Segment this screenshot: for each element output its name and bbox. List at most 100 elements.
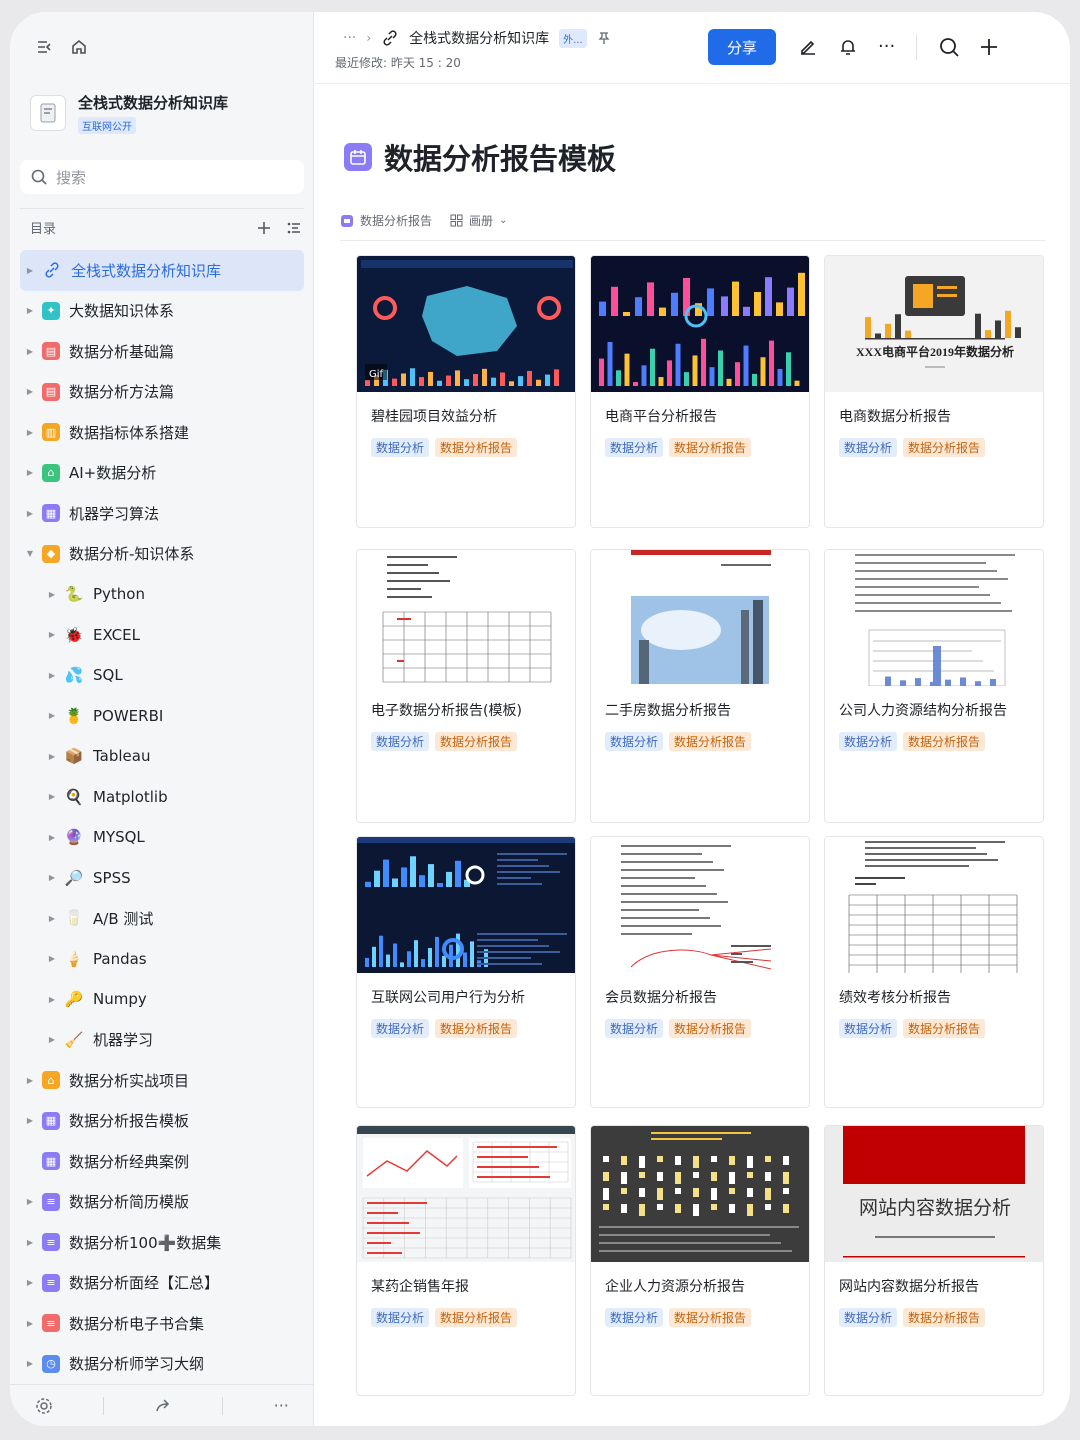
sidebar-item[interactable]: ▶ ⌂ AI+数据分析 <box>20 453 304 494</box>
caret-right-icon[interactable]: ▶ <box>24 1116 36 1125</box>
sidebar-item[interactable]: ▶ ▤ 数据分析基础篇 <box>20 331 304 372</box>
knowledge-base-icon <box>30 95 66 131</box>
gallery-card[interactable]: 公司人力资源结构分析报告 数据分析 数据分析报告 <box>824 549 1044 823</box>
caret-right-icon[interactable]: ▶ <box>24 1197 36 1206</box>
gallery-card[interactable]: XXX电商平台2019年数据分析 电商数据分析报告 数据分析 数据分析报告 <box>824 255 1044 528</box>
tag-badge: 数据分析 <box>839 1308 898 1327</box>
caret-right-icon[interactable]: ▶ <box>46 833 58 842</box>
external-tag[interactable]: 外... <box>559 28 587 48</box>
breadcrumb-more[interactable]: ··· <box>343 30 356 46</box>
tag-badge: 数据分析报告 <box>669 732 752 751</box>
sidebar-item[interactable]: ▶ ⌂ 数据分析实战项目 <box>20 1060 304 1101</box>
sidebar-item[interactable]: ▶ 🔑 Numpy <box>20 979 304 1020</box>
search-icon[interactable] <box>938 36 960 58</box>
sidebar-item[interactable]: ▶ 全栈式数据分析知识库 <box>20 250 304 291</box>
caret-right-icon[interactable]: ▶ <box>24 468 36 477</box>
sidebar-item[interactable]: ▼ ◆ 数据分析-知识体系 <box>20 534 304 575</box>
sidebar-item-label: 数据分析电子书合集 <box>69 1314 205 1333</box>
add-icon[interactable] <box>256 220 272 236</box>
caret-right-icon[interactable]: ▶ <box>46 630 58 639</box>
share-button[interactable]: 分享 <box>708 29 776 65</box>
calendar-icon <box>341 214 353 227</box>
gallery-card[interactable]: 会员数据分析报告 数据分析 数据分析报告 <box>590 836 810 1108</box>
caret-right-icon[interactable]: ▶ <box>46 995 58 1004</box>
caret-right-icon[interactable]: ▶ <box>24 1238 36 1247</box>
sidebar-item[interactable]: ▶ ≡ 数据分析简历模版 <box>20 1182 304 1223</box>
caret-right-icon[interactable]: ▶ <box>24 1278 36 1287</box>
sidebar-item[interactable]: ▶ 🍦 Pandas <box>20 939 304 980</box>
search-input[interactable]: 搜索 <box>20 160 304 194</box>
gallery-card[interactable]: 互联网公司用户行为分析 数据分析 数据分析报告 <box>356 836 576 1108</box>
sidebar-item[interactable]: ▶ 🧹 机器学习 <box>20 1020 304 1061</box>
sidebar-item[interactable]: ▶ 🍍 POWERBI <box>20 696 304 737</box>
gallery-card[interactable]: 绩效考核分析报告 数据分析 数据分析报告 <box>824 836 1044 1108</box>
sidebar-item[interactable]: ▶ ≡ 数据分析电子书合集 <box>20 1303 304 1344</box>
gallery-card[interactable]: 电子数据分析报告(模板) 数据分析 数据分析报告 <box>356 549 576 823</box>
card-title: 公司人力资源结构分析报告 <box>839 703 1007 719</box>
divider <box>103 1396 105 1415</box>
caret-right-icon[interactable]: ▶ <box>46 671 58 680</box>
bell-icon[interactable] <box>838 36 858 57</box>
pin-icon[interactable] <box>597 31 611 45</box>
sidebar-item[interactable]: ▶ ✦ 大数据知识体系 <box>20 291 304 332</box>
sidebar-item[interactable]: ▦ 数据分析经典案例 <box>20 1141 304 1182</box>
caret-right-icon[interactable]: ▶ <box>24 347 36 356</box>
caret-down-icon[interactable]: ▼ <box>24 549 36 558</box>
caret-right-icon[interactable]: ▶ <box>46 954 58 963</box>
caret-right-icon[interactable]: ▶ <box>46 590 58 599</box>
more-icon[interactable]: ··· <box>274 1396 289 1415</box>
sidebar-item[interactable]: ▶ ▥ 数据指标体系搭建 <box>20 412 304 453</box>
more-icon[interactable]: ··· <box>878 36 895 57</box>
sidebar-item[interactable]: ▶ ▦ 数据分析报告模板 <box>20 1101 304 1142</box>
caret-right-icon[interactable]: ▶ <box>24 1076 36 1085</box>
add-icon[interactable] <box>978 36 1000 58</box>
toc-header: 目录 <box>30 218 302 237</box>
caret-right-icon[interactable]: ▶ <box>24 1359 36 1368</box>
caret-right-icon[interactable]: ▶ <box>24 306 36 315</box>
sidebar-item[interactable]: ▶ ≡ 数据分析面经【汇总】 <box>20 1263 304 1304</box>
caret-right-icon[interactable]: ▶ <box>46 711 58 720</box>
calendar-icon: ▦ <box>42 1111 60 1130</box>
edit-icon[interactable] <box>798 36 818 57</box>
tag-badge: 数据分析报告 <box>903 732 986 751</box>
gallery-card[interactable]: 网站内容数据分析 网站内容数据分析报告 数据分析 数据分析报告 <box>824 1125 1044 1396</box>
caret-right-icon[interactable]: ▶ <box>24 509 36 518</box>
sidebar-item[interactable]: ▶ 🔎 SPSS <box>20 858 304 899</box>
database-name[interactable]: 数据分析报告 <box>340 212 432 229</box>
caret-right-icon[interactable]: ▶ <box>24 428 36 437</box>
caret-right-icon[interactable]: ▶ <box>46 1035 58 1044</box>
sidebar-item[interactable]: ▶ 🍳 Matplotlib <box>20 777 304 818</box>
home-icon[interactable] <box>70 38 88 56</box>
sidebar-item[interactable]: ▶ 🔮 MYSQL <box>20 817 304 858</box>
chevron-down-icon: ⌄ <box>499 215 508 226</box>
sidebar-item[interactable]: ▶ 🥛 A/B 测试 <box>20 898 304 939</box>
caret-right-icon[interactable]: ▶ <box>46 914 58 923</box>
caret-right-icon[interactable]: ▶ <box>24 387 36 396</box>
sidebar-item[interactable]: ▶ 🐍 Python <box>20 574 304 615</box>
caret-right-icon[interactable]: ▶ <box>46 752 58 761</box>
breadcrumb-current[interactable]: 全栈式数据分析知识库 <box>409 28 549 48</box>
sidebar-item[interactable]: ▶ ▤ 数据分析方法篇 <box>20 372 304 413</box>
emoji-icon: 🔮 <box>64 828 84 847</box>
sidebar-item[interactable]: ▶ 📦 Tableau <box>20 736 304 777</box>
view-switcher[interactable]: 画册 ⌄ <box>450 212 507 229</box>
gallery-card[interactable]: 电商平台分析报告 数据分析 数据分析报告 <box>590 255 810 528</box>
caret-right-icon[interactable]: ▶ <box>24 1319 36 1328</box>
outline-list-icon[interactable] <box>286 220 302 236</box>
gallery-card[interactable]: 某药企销售年报 数据分析 数据分析报告 <box>356 1125 576 1396</box>
sidebar-item[interactable]: ▶ ▦ 机器学习算法 <box>20 493 304 534</box>
settings-icon[interactable] <box>35 1397 53 1415</box>
knowledge-base-header[interactable]: 全栈式数据分析知识库 互联网公开 <box>30 92 228 134</box>
sidebar-item[interactable]: ▶ ≡ 数据分析100➕数据集 <box>20 1222 304 1263</box>
sidebar-item[interactable]: ▶ 🐞 EXCEL <box>20 615 304 656</box>
share-out-icon[interactable] <box>154 1397 172 1415</box>
caret-right-icon[interactable]: ▶ <box>46 792 58 801</box>
gallery-card[interactable]: Gif 碧桂园项目效益分析 数据分析 数据分析报告 <box>356 255 576 528</box>
gallery-card[interactable]: 二手房数据分析报告 数据分析 数据分析报告 <box>590 549 810 823</box>
caret-right-icon[interactable]: ▶ <box>24 266 36 275</box>
sidebar-item[interactable]: ▶ ◷ 数据分析师学习大纲 <box>20 1344 304 1385</box>
caret-right-icon[interactable]: ▶ <box>46 873 58 882</box>
collapse-sidebar-icon[interactable] <box>36 38 54 56</box>
gallery-card[interactable]: 企业人力资源分析报告 数据分析 数据分析报告 <box>590 1125 810 1396</box>
sidebar-item[interactable]: ▶ 💦 SQL <box>20 655 304 696</box>
